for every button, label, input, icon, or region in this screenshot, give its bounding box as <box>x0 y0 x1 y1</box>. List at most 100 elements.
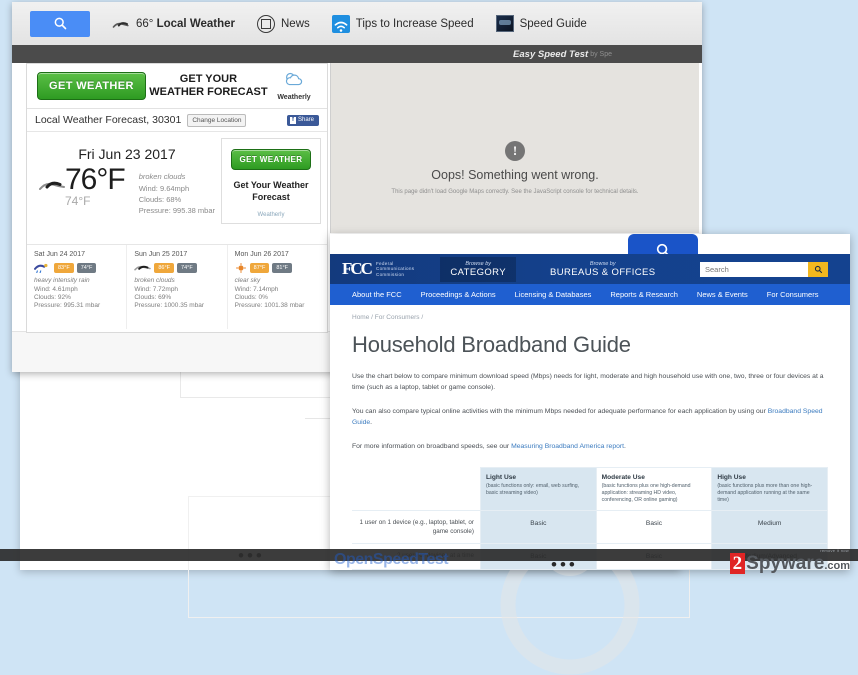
fcc-logo-line-2: Communications <box>375 266 415 272</box>
page-title: Household Broadband Guide <box>352 332 631 357</box>
fcc-logo-mark: FCC <box>342 259 373 278</box>
column-light-use-sub: (basic functions only: email, web surfin… <box>486 482 580 496</box>
cloud-sun-icon <box>112 15 130 33</box>
toolbar-item-speed-guide[interactable]: Speed Guide <box>495 15 587 33</box>
forecast-summary: broken clouds <box>134 277 175 284</box>
measuring-broadband-america-link[interactable]: Measuring Broadband America report <box>511 443 624 450</box>
today-temperature: 76°F <box>65 163 126 196</box>
breadcrumb[interactable]: Home / For Consumers / <box>352 314 828 321</box>
paragraph-2-post: . <box>370 418 373 426</box>
table-row: 2 users or devices at a time Basic Basic… <box>352 542 828 570</box>
weather-card-headline: GET YOUR WEATHER FORECAST <box>146 73 271 99</box>
today-pressure: Pressure: 995.38 mbar <box>138 206 215 215</box>
forecast-date: Sat Jun 24 2017 <box>34 251 85 258</box>
toolbar-item-local-weather-label: 66° Local Weather <box>136 17 235 30</box>
weather-promo-box: GET WEATHER Get Your Weather Forecast We… <box>221 138 321 224</box>
ghost-ellipsis: ••• <box>238 546 265 565</box>
browse-by-category-label: CATEGORY <box>450 266 507 278</box>
headline-line-1: GET YOUR <box>179 73 238 85</box>
column-moderate-use: Moderate Use (basic functions plus one h… <box>595 466 713 511</box>
facebook-share-button[interactable]: f Share <box>286 114 319 126</box>
screenshot-stage: ••• 66° Local Weather News Tips to Incre… <box>0 0 858 675</box>
forecast-day-1: Sun Jun 25 2017 86°F 74°F broken clouds … <box>127 245 228 329</box>
forecast-day-2: Mon Jun 26 2017 87°F 81°F clear sky Wind… <box>228 245 327 329</box>
toolbar-item-news-label: News <box>281 17 310 30</box>
nav-item-about[interactable]: About the FCC <box>352 290 402 299</box>
promo-get-weather-button[interactable]: GET WEATHER <box>230 149 312 170</box>
broken-clouds-icon <box>39 176 65 202</box>
change-location-button[interactable]: Change Location <box>187 113 247 127</box>
toolbar-item-local-weather[interactable]: 66° Local Weather <box>112 15 235 33</box>
forecast-low: 74°F <box>177 262 197 273</box>
fcc-logo-line-1: Federal <box>375 260 394 266</box>
table-header-row: Light Use (basic functions only: email, … <box>352 466 828 511</box>
today-forecast: Fri Jun 23 2017 76°F 74°F broken clouds <box>27 132 327 245</box>
weatherly-brand: Weatherly <box>271 71 317 101</box>
promo-text: Get Your Weather Forecast <box>222 179 320 203</box>
cell-moderate: Basic <box>595 542 713 570</box>
forecast-date: Sun Jun 25 2017 <box>134 251 188 258</box>
weather-forecast-card: GET WEATHER GET YOUR WEATHER FORECAST We… <box>26 63 328 333</box>
maps-error-title: Oops! Something went wrong. <box>431 168 599 182</box>
column-light-use-title: Light Use <box>486 473 517 481</box>
fcc-logo[interactable]: FCC Federal Communications Commission <box>342 259 414 279</box>
intro-paragraph-3: For more information on broadband speeds… <box>352 442 828 453</box>
fcc-browser-window: FCC Federal Communications Commission Br… <box>330 234 850 570</box>
search-submit-button[interactable] <box>808 261 828 277</box>
broken-clouds-icon <box>134 265 152 270</box>
fcc-logo-text: Federal Communications Commission <box>376 261 414 278</box>
maps-error-detail: This page didn't load Google Maps correc… <box>391 189 639 195</box>
fcc-primary-nav: About the FCC Proceedings & Actions Lice… <box>330 284 850 305</box>
browser-extension-toolbar: 66° Local Weather News Tips to Increase … <box>12 2 702 46</box>
nav-item-consumers[interactable]: For Consumers <box>767 290 819 299</box>
column-light-use: Light Use (basic functions only: email, … <box>480 466 597 511</box>
column-high-use: High Use (basic functions plus more than… <box>711 466 828 511</box>
three-day-forecast: Sat Jun 24 2017 83°F 74°F heavy intensit… <box>27 245 327 329</box>
share-label: Share <box>297 117 314 123</box>
forecast-wind: Wind: 7.72mph <box>134 286 179 293</box>
today-low-temperature: 74°F <box>65 194 91 208</box>
toolbar-search-button[interactable] <box>30 10 90 37</box>
fcc-logo-line-3: Commission <box>375 271 405 277</box>
forecast-summary: heavy intensity rain <box>34 277 90 284</box>
search-icon <box>814 265 822 273</box>
promo-brand: Weatherly <box>257 212 285 218</box>
forecast-day-0: Sat Jun 24 2017 83°F 74°F heavy intensit… <box>27 245 128 329</box>
forecast-clouds: Clouds: 0% <box>234 294 268 301</box>
forecast-high: 83°F <box>54 262 74 273</box>
nav-item-proceedings[interactable]: Proceedings & Actions <box>421 290 496 299</box>
browse-by-bureaus[interactable]: Browse by BUREAUS & OFFICES <box>550 261 656 278</box>
cell-high: Medium/Advanced <box>711 542 828 570</box>
today-summary: broken clouds <box>138 172 186 181</box>
clear-sky-icon <box>235 262 246 273</box>
intro-paragraph-1: Use the chart below to compare minimum d… <box>352 373 824 391</box>
forecast-date: Mon Jun 26 2017 <box>234 251 289 258</box>
cloud-sun-icon <box>285 72 303 86</box>
intro-paragraph-2: You can also compare typical online acti… <box>352 407 828 428</box>
weatherly-brand-name: Weatherly <box>277 94 311 101</box>
promo-line-2: Forecast <box>252 192 290 202</box>
forecast-summary: clear sky <box>234 277 261 284</box>
weather-card-header: GET WEATHER GET YOUR WEATHER FORECAST We… <box>27 64 327 109</box>
column-high-use-sub: (basic functions plus more than one high… <box>717 482 813 503</box>
search-input[interactable] <box>700 261 808 277</box>
forecast-clouds: Clouds: 92% <box>34 294 71 301</box>
speed-guide-icon <box>495 15 514 33</box>
forecast-high: 86°F <box>154 262 175 273</box>
toolbar-item-news[interactable]: News <box>257 14 310 33</box>
forecast-wind: Wind: 4.61mph <box>34 286 78 293</box>
forecast-pressure: Pressure: 1000.35 mbar <box>134 302 205 309</box>
nav-item-reports[interactable]: Reports & Research <box>610 290 678 299</box>
browse-by-category[interactable]: Browse by CATEGORY <box>440 256 517 282</box>
today-wind: Wind: 9.64mph <box>138 184 190 193</box>
rain-icon <box>34 263 48 273</box>
weather-location-label: Local Weather Forecast, 30301 <box>35 114 182 126</box>
exclamation-icon: ! <box>505 141 525 161</box>
nav-item-licensing[interactable]: Licensing & Databases <box>515 290 592 299</box>
wifi-icon <box>331 14 350 33</box>
nav-item-news[interactable]: News & Events <box>697 290 748 299</box>
get-weather-button[interactable]: GET WEATHER <box>37 72 146 100</box>
toolbar-item-tips[interactable]: Tips to Increase Speed <box>331 14 474 33</box>
fcc-header: FCC Federal Communications Commission Br… <box>330 254 850 284</box>
forecast-pressure: Pressure: 1001.38 mbar <box>234 302 305 309</box>
